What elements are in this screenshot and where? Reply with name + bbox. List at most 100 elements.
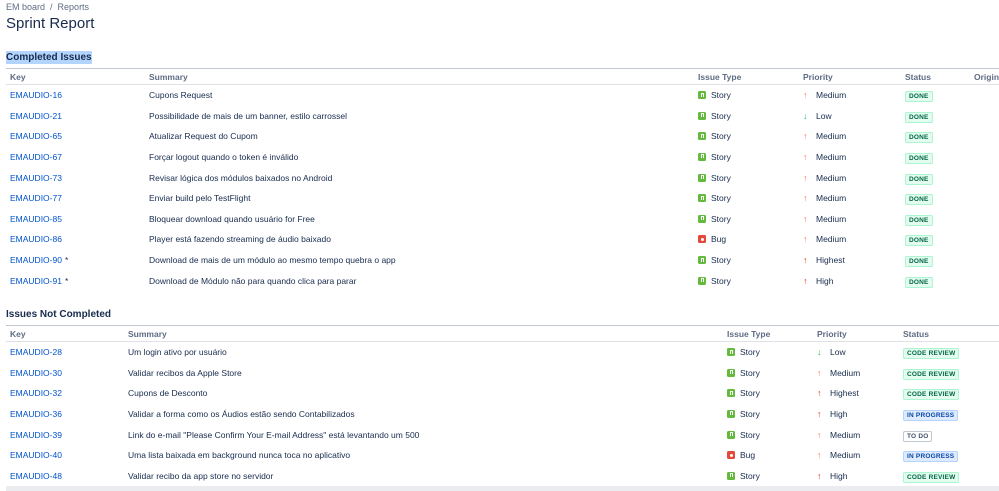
header-summary[interactable]: Summary xyxy=(128,329,167,339)
header-priority[interactable]: Priority xyxy=(803,72,833,82)
status-cell: DONE xyxy=(905,90,933,102)
arrow-down-icon: ↓ xyxy=(817,347,822,357)
status-badge: DONE xyxy=(905,152,933,164)
priority-cell: ↑ Medium xyxy=(803,173,846,183)
arrow-up-icon: ↑ xyxy=(817,429,822,440)
story-icon xyxy=(727,389,735,398)
arrow-up-icon: ↑ xyxy=(817,450,822,461)
header-status[interactable]: Status xyxy=(903,329,929,339)
status-cell: IN PROGRESS xyxy=(903,409,959,421)
issue-type-label: Bug xyxy=(711,234,727,245)
issue-key-link[interactable]: EMAUDIO-16 xyxy=(10,90,62,100)
status-badge: DONE xyxy=(905,194,933,206)
issue-key-link[interactable]: EMAUDIO-85 xyxy=(10,214,62,224)
status-cell: DONE xyxy=(905,152,933,164)
issue-type-label: Story xyxy=(740,347,760,357)
issue-type-cell: Bug xyxy=(698,234,726,244)
status-badge: DONE xyxy=(905,235,933,247)
priority-label: Low xyxy=(816,110,832,121)
priority-cell: ↑ Medium xyxy=(803,152,846,162)
issue-type-cell: Bug xyxy=(727,450,755,460)
issue-key-link[interactable]: EMAUDIO-90 xyxy=(10,255,62,265)
issue-type-label: Story xyxy=(711,255,731,266)
horizontal-scrollbar[interactable] xyxy=(6,486,999,491)
issue-summary: Link do e-mail "Please Confirm Your E-ma… xyxy=(128,429,420,440)
issue-key-link[interactable]: EMAUDIO-30 xyxy=(10,368,62,378)
not-completed-table-body: EMAUDIO-28 Um login ativo por usuário Stor… xyxy=(6,342,999,486)
issue-key-link[interactable]: EMAUDIO-67 xyxy=(10,152,62,162)
arrow-up-high-icon: ↑ xyxy=(817,408,822,419)
issue-summary: Revisar lógica dos módulos baixados no A… xyxy=(149,172,333,183)
issue-summary: Uma lista baixada em background nunca to… xyxy=(128,450,351,461)
status-badge: CODE REVIEW xyxy=(903,348,960,359)
status-badge: DONE xyxy=(905,214,933,226)
issue-key-link[interactable]: EMAUDIO-36 xyxy=(10,409,62,419)
issue-key-link[interactable]: EMAUDIO-77 xyxy=(10,193,62,203)
arrow-up-icon: ↑ xyxy=(803,90,808,100)
header-key[interactable]: Key xyxy=(10,329,26,339)
issue-summary: Validar recibo da app store no servidor xyxy=(128,470,274,481)
header-issue-type[interactable]: Issue Type xyxy=(698,72,741,82)
issue-key-link[interactable]: EMAUDIO-40 xyxy=(10,450,62,460)
arrow-up-icon: ↑ xyxy=(803,151,808,162)
story-icon xyxy=(727,409,735,418)
status-cell: DONE xyxy=(905,111,933,123)
issue-key-cell: EMAUDIO-73 xyxy=(10,173,65,183)
header-origin[interactable]: Origin xyxy=(974,72,999,82)
issue-key-cell: EMAUDIO-48 xyxy=(10,471,65,481)
issue-type-label: Story xyxy=(740,367,760,378)
priority-label: High xyxy=(816,275,834,286)
breadcrumb-reports-link[interactable]: Reports xyxy=(58,2,90,12)
issue-type-label: Story xyxy=(711,131,731,142)
issue-key-link[interactable]: EMAUDIO-21 xyxy=(10,111,62,121)
bug-icon xyxy=(698,235,706,244)
issue-key-link[interactable]: EMAUDIO-86 xyxy=(10,234,62,244)
issue-type-label: Story xyxy=(711,172,731,183)
table-row: EMAUDIO-36 Validar a forma como os Áudios… xyxy=(6,404,999,425)
issue-type-cell: Story xyxy=(698,255,731,265)
issue-key-link[interactable]: EMAUDIO-32 xyxy=(10,388,62,398)
issue-key-cell: EMAUDIO-32 xyxy=(10,388,65,398)
status-cell: DONE xyxy=(905,193,933,206)
status-cell: CODE REVIEW xyxy=(903,388,960,401)
priority-cell: ↑ Medium xyxy=(803,234,846,244)
status-cell: DONE xyxy=(905,234,933,247)
header-summary[interactable]: Summary xyxy=(149,72,188,82)
header-key[interactable]: Key xyxy=(10,72,26,82)
issue-summary: Validar recibos da Apple Store xyxy=(128,367,242,378)
completed-issues-title: Completed Issues xyxy=(6,51,92,64)
issue-key-link[interactable]: EMAUDIO-39 xyxy=(10,430,62,440)
issue-type-label: Story xyxy=(711,110,731,121)
header-status[interactable]: Status xyxy=(905,72,931,82)
issue-key-cell: EMAUDIO-91 * xyxy=(10,276,68,286)
issue-type-label: Story xyxy=(711,193,731,204)
arrow-up-icon: ↑ xyxy=(803,131,808,142)
issue-key-link[interactable]: EMAUDIO-65 xyxy=(10,131,62,141)
header-issue-type[interactable]: Issue Type xyxy=(727,329,770,339)
issue-summary: Cupons Request xyxy=(149,90,213,100)
priority-cell: ↑ Medium xyxy=(817,368,860,378)
issue-key-link[interactable]: EMAUDIO-28 xyxy=(10,347,62,357)
status-badge: TO DO xyxy=(903,430,933,442)
issue-key-link[interactable]: EMAUDIO-73 xyxy=(10,173,62,183)
status-badge: DONE xyxy=(905,91,933,102)
issue-type-cell: Story xyxy=(727,347,760,357)
issue-key-link[interactable]: EMAUDIO-91 xyxy=(10,276,62,286)
table-row: EMAUDIO-39 Link do e-mail "Please Confirm… xyxy=(6,425,999,446)
issue-key-link[interactable]: EMAUDIO-48 xyxy=(10,471,62,481)
story-icon xyxy=(698,173,706,182)
arrow-up-high-icon: ↑ xyxy=(803,275,808,286)
priority-cell: ↑ Highest xyxy=(803,255,845,265)
issue-type-label: Story xyxy=(711,151,731,162)
arrow-up-high-icon: ↑ xyxy=(817,470,822,481)
header-priority[interactable]: Priority xyxy=(817,329,847,339)
priority-cell: ↑ Highest xyxy=(817,388,859,398)
story-icon xyxy=(727,471,735,480)
table-row: EMAUDIO-90 * Download de mais de um módulo… xyxy=(6,250,999,271)
issue-summary: Um login ativo por usuário xyxy=(128,347,227,357)
status-cell: CODE REVIEW xyxy=(903,471,960,483)
breadcrumb-board-link[interactable]: EM board xyxy=(6,2,45,12)
issue-key-cell: EMAUDIO-77 xyxy=(10,193,65,203)
completed-issues-table: Key Summary Issue Type Priority Status O… xyxy=(6,68,999,291)
status-cell: DONE xyxy=(905,276,933,288)
